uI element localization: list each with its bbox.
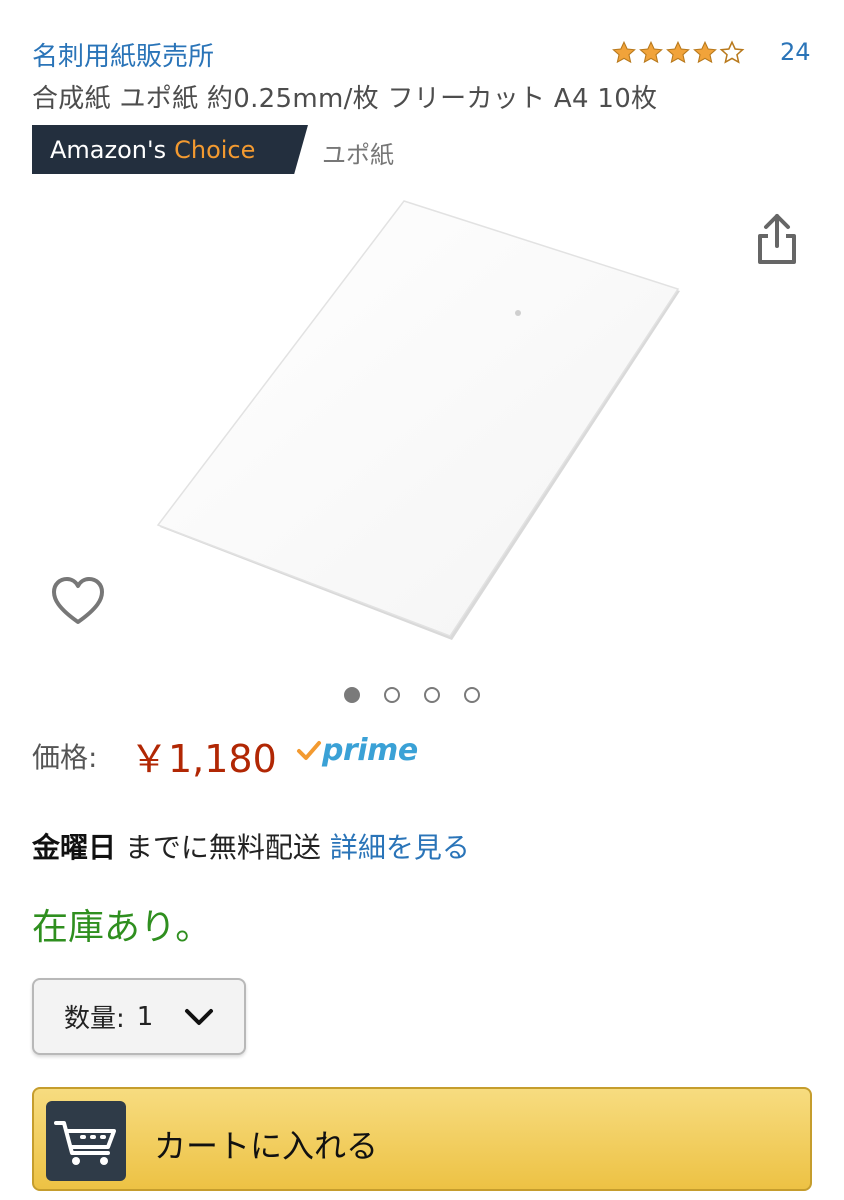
add-to-cart-button[interactable]: カートに入れる [32, 1087, 812, 1191]
stock-status: 在庫あり。 [32, 907, 212, 948]
amazons-choice-badge[interactable]: Amazon's Choice [32, 125, 308, 174]
star-full-icon [666, 40, 690, 64]
image-dot[interactable] [344, 687, 360, 703]
star-full-icon [612, 40, 636, 64]
price-value: ￥1,180 [130, 737, 277, 781]
chevron-down-icon [185, 1008, 214, 1025]
delivery-day: 金曜日 [32, 831, 117, 864]
rating-count-link[interactable]: 24 [780, 38, 811, 66]
add-to-cart-label: カートに入れる [154, 1127, 379, 1165]
badge-prefix: Amazon's [50, 135, 167, 164]
star-full-icon [693, 40, 717, 64]
delivery-text: までに無料配送 [124, 831, 321, 864]
heart-icon[interactable] [50, 575, 106, 629]
delivery-info: 金曜日 までに無料配送 詳細を見る [32, 826, 470, 866]
brand-link[interactable]: 名刺用紙販売所 [32, 36, 214, 73]
image-pagination-dots [344, 687, 480, 703]
image-dot[interactable] [424, 687, 440, 703]
badge-highlight: Choice [174, 135, 256, 164]
prime-logo: prime [296, 733, 418, 768]
delivery-details-link[interactable]: 詳細を見る [330, 831, 470, 864]
image-dot[interactable] [464, 687, 480, 703]
product-title: 合成紙 ユポ紙 約0.25mm/枚 フリーカット A4 10枚 [32, 84, 658, 114]
star-full-icon [639, 40, 663, 64]
share-icon[interactable] [752, 212, 802, 268]
image-dot[interactable] [384, 687, 400, 703]
star-empty-icon [719, 40, 745, 64]
quantity-value: 1 [136, 1001, 154, 1032]
prime-check-icon [297, 740, 321, 760]
quantity-select[interactable]: 数量: 1 [32, 978, 246, 1055]
price-label: 価格: [32, 741, 98, 774]
rating-stars[interactable] [611, 40, 745, 66]
prime-text: prime [322, 733, 418, 768]
product-image[interactable] [0, 195, 844, 675]
cart-icon [46, 1101, 126, 1181]
quantity-label: 数量: [64, 1004, 125, 1034]
choice-category: ユポ紙 [322, 141, 394, 169]
